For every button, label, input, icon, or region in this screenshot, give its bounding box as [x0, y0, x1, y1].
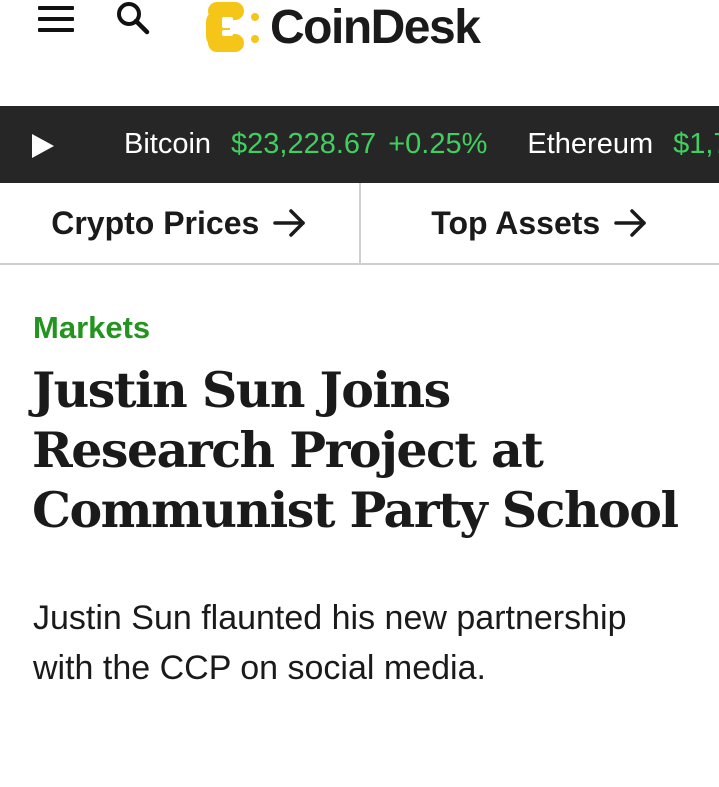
logo-wordmark: CoinDesk [270, 1, 481, 54]
coindesk-logo-icon [206, 2, 259, 52]
search-icon[interactable] [114, 0, 154, 40]
price-ticker: Bitcoin $23,228.67 +0.25% Ethereum $1,7 [0, 106, 719, 183]
quick-link-label: Top Assets [431, 204, 601, 241]
play-icon[interactable] [30, 132, 56, 160]
ticker-asset-price: $1,7 [673, 128, 719, 160]
crypto-prices-link[interactable]: Crypto Prices [0, 183, 361, 263]
coindesk-logo[interactable]: CoinDesk [204, 0, 481, 56]
quick-link-label: Crypto Prices [51, 204, 260, 241]
ticker-list: Bitcoin $23,228.67 +0.25% Ethereum $1,7 [124, 106, 719, 183]
arrow-right-icon [614, 209, 646, 237]
ticker-item-ethereum[interactable]: Ethereum $1,7 [527, 128, 719, 161]
ticker-asset-change: +0.25% [388, 128, 488, 160]
article-headline: Justin Sun Joins Research Project at Com… [32, 361, 679, 539]
article-category-link[interactable]: Markets [33, 310, 150, 346]
site-header: CoinDesk [0, 0, 719, 106]
quick-links-bar: Crypto Prices Top Assets [0, 183, 719, 265]
ticker-asset-name: Bitcoin [124, 128, 212, 160]
article-dek: Justin Sun flaunted his new partnership … [33, 599, 627, 687]
hamburger-menu-icon[interactable] [38, 6, 74, 32]
top-assets-link[interactable]: Top Assets [361, 183, 719, 263]
arrow-right-icon [273, 209, 306, 237]
ticker-asset-name: Ethereum [527, 128, 654, 160]
ticker-asset-price: $23,228.67 [231, 128, 377, 160]
ticker-item-bitcoin[interactable]: Bitcoin $23,228.67 +0.25% [124, 128, 487, 161]
